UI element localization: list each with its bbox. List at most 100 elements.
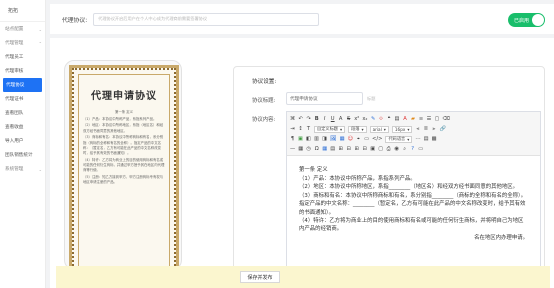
- font-size-select[interactable]: 16px ▾: [391, 125, 413, 133]
- save-publish-button[interactable]: 保存并发布: [240, 271, 280, 283]
- preview-icon[interactable]: ◉: [394, 146, 399, 152]
- sidebar-group-site-config[interactable]: 站点配置 ⌄: [0, 22, 45, 36]
- print-icon[interactable]: ⎙: [386, 146, 391, 153]
- background-color-icon[interactable]: ▰: [411, 116, 416, 122]
- paragraph-format-select[interactable]: 段落 ▾: [348, 125, 367, 133]
- font-family-select[interactable]: arial ▾: [369, 125, 389, 133]
- horizontal-rule-icon[interactable]: —: [290, 146, 295, 152]
- font-color-icon[interactable]: A: [403, 116, 408, 122]
- italic-icon[interactable]: I: [322, 116, 327, 122]
- justify-left-icon[interactable]: ⫷: [415, 126, 420, 133]
- search-replace-icon[interactable]: ⌕: [402, 146, 407, 153]
- image-left-icon[interactable]: ◧: [306, 136, 311, 142]
- agreement-toggle-bar: 代理协议: 代理协议开启后用户在个人中心成为代理商前需要签署协议 已启用: [50, 4, 554, 34]
- custom-style-select[interactable]: 自定义标题 ▾: [314, 125, 346, 133]
- agreement-label: 代理协议:: [62, 17, 88, 24]
- save-bar: 保存并发布: [56, 266, 550, 288]
- page-break-icon[interactable]: ⋯: [415, 136, 420, 142]
- justify-center-icon[interactable]: ≣: [423, 126, 428, 132]
- editor-document[interactable]: 第一条 定义 （1）产品：本协议中所称产品，系指系列产品。 （2）地区：本协议中…: [287, 156, 540, 242]
- insert-col-icon[interactable]: ⊞: [354, 146, 359, 152]
- image-center-icon[interactable]: ▥: [314, 136, 319, 142]
- delete-row-icon[interactable]: ⊟: [346, 146, 351, 152]
- sidebar-item-team-sales-stats[interactable]: 团队销售统计: [0, 148, 45, 162]
- sidebar-item-view-team[interactable]: 查看团队: [0, 106, 45, 120]
- underline-icon[interactable]: U: [330, 116, 335, 122]
- doc-paragraph: （1）产品：本协议中所称产品，系指系列产品。: [299, 175, 416, 182]
- date-icon[interactable]: ▦: [298, 146, 303, 152]
- rich-text-editor[interactable]: ⌘ ↶ ↷ B I U A S x² x₂ ✎ ⟐ ❝ ▤ A ▰ ≡ ☰ ▢ …: [286, 111, 541, 288]
- code-language-select[interactable]: 代码语言 ▾: [385, 135, 413, 143]
- sidebar-item-agent-staff[interactable]: 代理员工: [0, 50, 45, 64]
- agreement-title-label: 协议标题:: [252, 98, 276, 104]
- toolbar-row: — ▦ ◷ Ω ▦ ▤ ⊞ ⊟ ⊞ ⊟ ▣ ▢ ⎙ ◉ ⌕ ? ▭: [290, 144, 537, 154]
- paragraph-format-value: 段落: [351, 126, 360, 131]
- sidebar-item-agent-certificate[interactable]: 代理证书: [0, 92, 45, 106]
- sidebar-item-agent-agreement[interactable]: 代理协议: [3, 78, 42, 92]
- special-chars-icon[interactable]: Ω: [314, 146, 319, 152]
- redo-icon[interactable]: ↷: [306, 116, 311, 122]
- editor-toolbar: ⌘ ↶ ↷ B I U A S x² x₂ ✎ ⟐ ❝ ▤ A ▰ ≡ ☰ ▢ …: [287, 112, 540, 156]
- background-icon[interactable]: ▩: [432, 136, 437, 142]
- blockquote-icon[interactable]: ❝: [387, 116, 392, 122]
- certificate-paragraph: （2）地区：本协议中所称地区，系指（地区名）和经双方经书面同意的其他地区。: [83, 123, 164, 133]
- doc-paragraph: 名在地区内办理申请。: [474, 235, 528, 242]
- bold-icon[interactable]: B: [314, 116, 319, 122]
- text-direction-icon[interactable]: ¶: [290, 136, 295, 142]
- superscript-icon[interactable]: x²: [354, 116, 359, 122]
- multi-image-icon[interactable]: ▦: [340, 136, 345, 142]
- ordered-list-icon[interactable]: ≡: [419, 116, 424, 122]
- agreement-description-field[interactable]: 代理协议开启后用户在个人中心成为代理商前需要签署协议: [93, 12, 320, 26]
- strikethrough-icon[interactable]: S: [346, 116, 351, 122]
- indent-icon[interactable]: ⇥: [290, 126, 295, 132]
- unordered-list-icon[interactable]: ☰: [427, 116, 432, 122]
- toolbar-row: ¶ ▣ ◧ ▥ ◨ 🖼 ▦ ☺ ⌖ ▭ </> 代码语言 ▾ ⋯ ▤ ▩: [290, 134, 537, 144]
- insert-image-icon[interactable]: 🖼: [330, 136, 337, 142]
- split-cells-icon[interactable]: ▢: [378, 146, 383, 152]
- merge-cells-icon[interactable]: ▣: [370, 146, 375, 152]
- certificate-paragraph: 第一条 定义: [114, 110, 134, 114]
- sidebar-group-system-management[interactable]: 系统管理 ⌄: [0, 162, 45, 176]
- image-float-icon[interactable]: ▣: [298, 136, 303, 142]
- insert-row-icon[interactable]: ⊞: [338, 146, 343, 152]
- chevron-down-icon: ▾: [407, 126, 410, 132]
- drafts-icon[interactable]: ▭: [418, 146, 423, 152]
- undo-icon[interactable]: ↶: [298, 116, 303, 122]
- template-icon[interactable]: ▤: [424, 136, 429, 142]
- map-icon[interactable]: ⌖: [356, 136, 361, 143]
- sidebar-item-agent-review[interactable]: 代理审核: [0, 64, 45, 78]
- justify-right-icon[interactable]: ⫸: [431, 126, 436, 133]
- sidebar-group-agent-management[interactable]: 代理管理 ⌃: [0, 36, 45, 50]
- link-icon[interactable]: 🔗: [439, 126, 445, 132]
- font-border-icon[interactable]: A: [338, 116, 343, 122]
- help-icon[interactable]: ?: [410, 146, 415, 152]
- select-all-icon[interactable]: ▢: [435, 116, 440, 122]
- pasteplain-icon[interactable]: ▤: [395, 116, 400, 122]
- emotion-icon[interactable]: ☺: [348, 136, 353, 142]
- delete-table-icon[interactable]: ▤: [330, 146, 335, 152]
- image-right-icon[interactable]: ◨: [322, 136, 327, 142]
- delete-col-icon[interactable]: ⊟: [362, 146, 367, 152]
- agreement-title-input[interactable]: 代理申请协议: [286, 92, 363, 105]
- chevron-down-icon: ▾: [361, 126, 364, 132]
- agreement-certificate-frame: 代理申请协议 第一条 定义 （1）产品：本协议中所称产品，系指系列产品。 （2）…: [69, 65, 179, 269]
- format-match-icon[interactable]: ✎: [371, 116, 376, 122]
- insert-frame-icon[interactable]: ▭: [364, 136, 369, 142]
- heading-icon[interactable]: T: [306, 126, 311, 132]
- certificate-body: 代理申请协议 第一条 定义 （1）产品：本协议中所称产品，系指系列产品。 （2）…: [78, 74, 170, 269]
- html-source-icon[interactable]: ⌘: [290, 116, 295, 122]
- insert-table-icon[interactable]: ▦: [322, 146, 327, 152]
- clear-doc-icon[interactable]: ⌫: [443, 116, 450, 122]
- time-icon[interactable]: ◷: [306, 146, 311, 152]
- subscript-icon[interactable]: x₂: [362, 116, 367, 122]
- auto-format-icon[interactable]: ⟐: [379, 116, 384, 123]
- chevron-down-icon: ▾: [407, 136, 410, 142]
- sidebar-item-view-earnings[interactable]: 查看收益: [0, 120, 45, 134]
- agreement-enabled-toggle[interactable]: 已启用: [508, 13, 545, 27]
- certificate-title: 代理申请协议: [91, 91, 157, 102]
- line-spacing-icon[interactable]: ↕: [298, 126, 303, 132]
- font-size-value: 16px: [394, 126, 406, 132]
- certificate-text: 第一条 定义 （1）产品：本协议中所称产品，系指系列产品。 （2）地区：本协议中…: [83, 110, 165, 185]
- sidebar-item-import-users[interactable]: 导入用户: [0, 134, 45, 148]
- insert-code-icon[interactable]: </>: [372, 136, 382, 142]
